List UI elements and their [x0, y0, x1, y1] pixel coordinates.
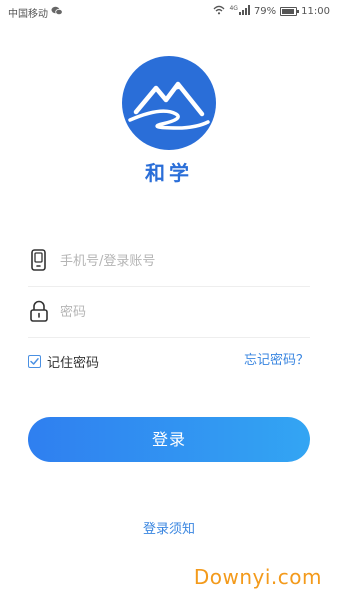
remember-password-toggle[interactable]: 记住密码	[28, 351, 99, 371]
phone-field	[28, 236, 310, 287]
password-input[interactable]	[58, 299, 302, 325]
login-button[interactable]: 登录	[28, 417, 310, 462]
signal-icon	[238, 5, 250, 18]
password-field	[28, 287, 310, 338]
mountain-logo-icon	[122, 56, 216, 150]
watermark: Downyi.com	[193, 565, 322, 589]
wechat-icon	[51, 6, 63, 19]
phone-input[interactable]	[58, 248, 302, 274]
clock: 11:00	[301, 6, 330, 17]
remember-label: 记住密码	[47, 355, 100, 371]
battery-percent: 79%	[253, 6, 277, 17]
lock-icon	[28, 299, 50, 323]
phone-icon	[28, 248, 50, 272]
login-notice-link[interactable]: 登录须知	[0, 518, 338, 537]
network-type-label: 4G	[229, 5, 238, 12]
status-bar-left: 中国移动	[8, 5, 63, 20]
battery-icon	[280, 7, 300, 16]
app-name: 和学	[145, 161, 193, 185]
remember-checkbox[interactable]	[28, 354, 41, 368]
forgot-password-link[interactable]: 忘记密码？	[244, 351, 309, 371]
wifi-icon	[213, 5, 225, 18]
carrier-label: 中国移动	[8, 9, 48, 20]
status-bar-right: 4G 79% 11:00	[213, 5, 330, 18]
status-bar: 中国移动 4G 79% 11:00	[0, 0, 338, 22]
